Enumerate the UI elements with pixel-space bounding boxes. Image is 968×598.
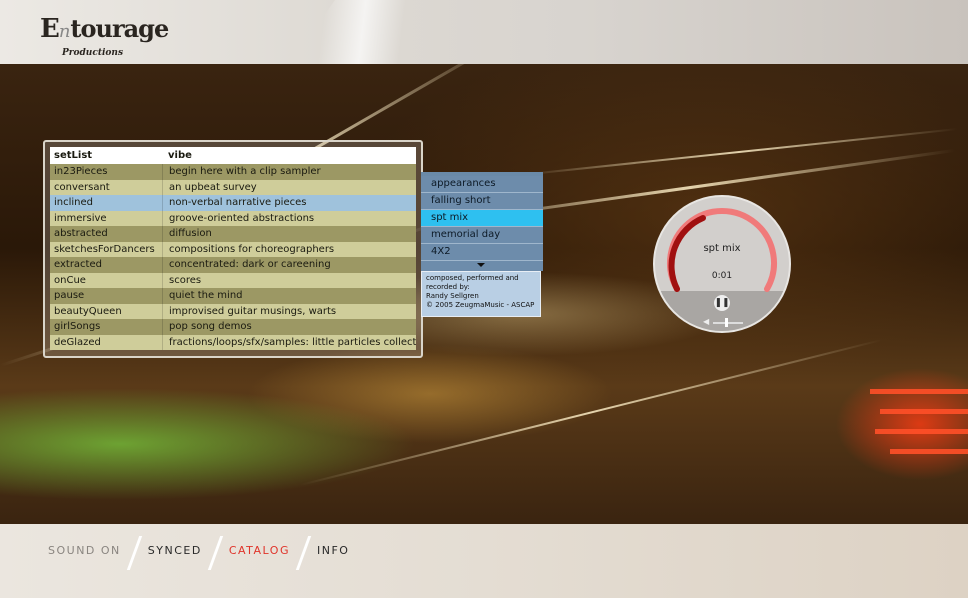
column-header-setlist: setList [54,150,93,161]
arrow-glyph [477,263,485,267]
credits-line: recorded by: [426,283,470,291]
setlist-row[interactable]: abstracted diffusion [50,226,416,242]
setlist-row[interactable]: deGlazed fractions/loops/sfx/samples: lit… [50,334,416,350]
logo-rest: tourage [70,14,169,43]
setlist-name: immersive [54,212,107,224]
red-light [870,389,968,394]
footer: SOUND ON SYNCED CATALOG INFO [0,524,968,598]
setlist-header-row: setList vibe [50,147,416,164]
setlist-name: girlSongs [54,321,101,332]
nav-catalog[interactable]: CATALOG [219,544,300,557]
setlist-name: in23Pieces [54,166,108,177]
nav-info[interactable]: INFO [307,544,359,557]
column-header-vibe: vibe [168,150,192,161]
setlist-row[interactable]: immersive groove-oriented abstractions [50,210,416,226]
credits-box: composed, performed and recorded by: Ran… [421,271,541,317]
setlist-vibe: quiet the mind [162,288,416,304]
light-streak [300,338,883,486]
setlist-row[interactable]: pause quiet the mind [50,288,416,304]
track-list: appearances falling short spt mix memorial … [421,172,543,271]
setlist-vibe: non-verbal narrative pieces [162,195,416,211]
logo-e: E [40,14,60,44]
setlist-vibe: improvised guitar musings, warts [162,303,416,319]
setlist-panel: setList vibe in23Pieces begin here with a… [43,140,423,358]
setlist-vibe: groove-oriented abstractions [162,210,416,226]
setlist-name: deGlazed [54,336,101,348]
setlist-row[interactable]: inclined non-verbal narrative pieces [50,195,416,211]
logo-subtitle: Productions [62,48,124,58]
setlist-name: beautyQueen [54,305,122,317]
setlist-row[interactable]: beautyQueen improvised guitar musings, wa… [50,303,416,319]
setlist-name: inclined [54,197,94,208]
red-light [875,429,968,434]
red-light [880,409,968,414]
setlist-row[interactable]: extracted concentrated: dark or careening [50,257,416,273]
red-light [890,449,968,454]
scroll-down-icon[interactable] [421,261,543,271]
setlist-vibe: an upbeat survey [162,179,416,195]
volume-icon[interactable]: ◀ [703,317,709,326]
audio-player: spt mix 0:01 ❚❚ ◀ [653,195,791,333]
setlist-name: pause [54,290,85,301]
setlist-table: setList vibe in23Pieces begin here with a… [50,147,416,350]
setlist-name: abstracted [54,228,108,239]
header: Entourage Productions [0,0,968,64]
volume-slider-handle[interactable] [725,318,728,327]
setlist-row[interactable]: onCue scores [50,272,416,288]
credits-line: © 2005 ZeugmaMusic - ASCAP [426,301,535,309]
track-item[interactable]: 4X2 [421,244,543,261]
nav-sound-toggle[interactable]: SOUND ON [48,544,131,557]
setlist-vibe: pop song demos [162,319,416,335]
track-item[interactable]: falling short [421,193,543,210]
setlist-vibe: begin here with a clip sampler [162,164,416,180]
player-time: 0:01 [711,271,733,281]
nav-synced[interactable]: SYNCED [138,544,212,557]
credits-line: Randy Sellgren [426,292,479,300]
bottom-nav: SOUND ON SYNCED CATALOG INFO [48,530,359,570]
setlist-vibe: compositions for choreographers [162,241,416,257]
setlist-row[interactable]: conversant an upbeat survey [50,179,416,195]
track-item[interactable]: spt mix [421,210,543,227]
entourage-logo[interactable]: Entourage Productions [40,14,169,58]
track-item[interactable]: appearances [421,176,543,193]
volume-slider[interactable] [713,322,743,324]
setlist-name: conversant [54,181,110,193]
setlist-vibe: concentrated: dark or careening [162,257,416,273]
setlist-name: sketchesForDancers [54,243,155,255]
logo-n: n [58,21,71,42]
credits-line: composed, performed and [426,274,519,282]
pause-button[interactable]: ❚❚ [714,295,730,311]
setlist-vibe: fractions/loops/sfx/samples: little part… [162,334,416,350]
player-track-title: spt mix [703,243,741,254]
header-light-streak [250,0,470,64]
setlist-row[interactable]: girlSongs pop song demos [50,319,416,335]
track-item[interactable]: memorial day [421,227,543,244]
setlist-name: extracted [54,259,102,270]
setlist-row[interactable]: in23Pieces begin here with a clip sampler [50,164,416,180]
setlist-vibe: diffusion [162,226,416,242]
setlist-row[interactable]: sketchesForDancers compositions for chore… [50,241,416,257]
setlist-vibe: scores [162,272,416,288]
light-streak [520,128,958,176]
setlist-name: onCue [54,274,86,286]
